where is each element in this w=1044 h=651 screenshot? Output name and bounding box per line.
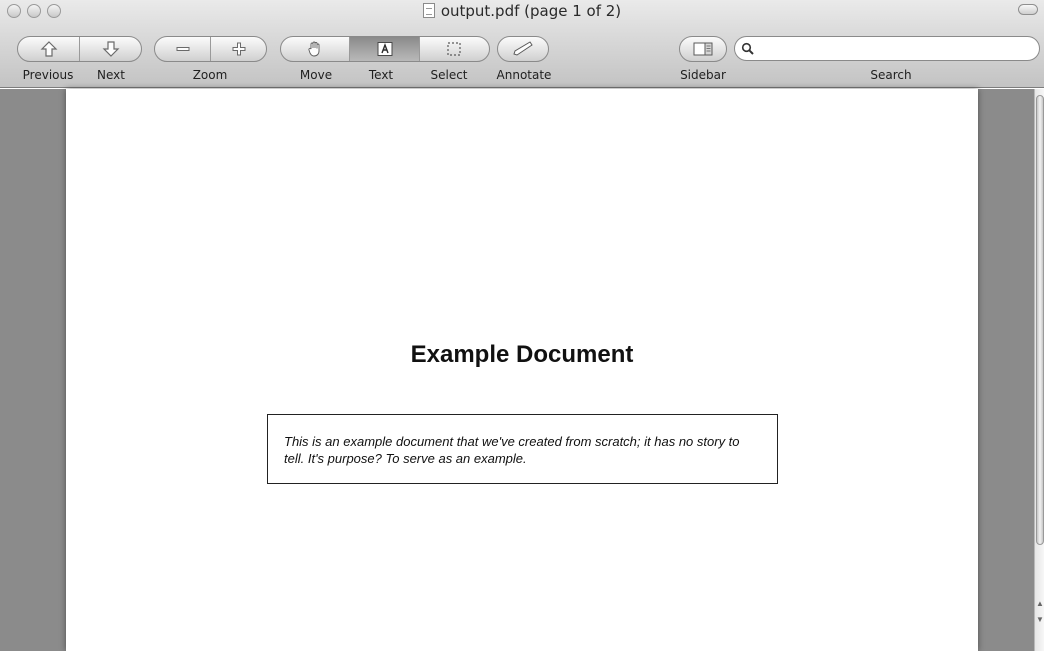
vertical-scrollbar[interactable]: ▲ ▼ [1034, 89, 1044, 651]
next-label: Next [97, 68, 125, 82]
sidebar-button[interactable] [680, 37, 726, 61]
sidebar-control [679, 36, 727, 62]
tool-mode-control [280, 36, 490, 62]
previous-label: Previous [22, 68, 74, 82]
zoom-label: Zoom [192, 68, 228, 82]
document-abstract-box: This is an example document that we've c… [267, 414, 778, 484]
scroll-down-arrow-icon[interactable]: ▼ [1036, 615, 1044, 625]
hand-icon [306, 40, 324, 58]
document-title: Example Document [410, 341, 634, 368]
pdf-document-icon [422, 3, 435, 18]
zoom-in-button[interactable] [210, 37, 266, 61]
previous-page-button[interactable] [18, 37, 79, 61]
magnifier-icon [741, 42, 755, 56]
move-label: Move [299, 68, 333, 82]
preview-window: output.pdf (page 1 of 2) Previous Next Z… [0, 0, 1044, 651]
search-input[interactable] [759, 38, 1039, 59]
text-label: Text [368, 68, 394, 82]
search-field[interactable] [734, 36, 1040, 61]
window-title: output.pdf (page 1 of 2) [0, 2, 1044, 20]
annotate-control [497, 36, 549, 62]
down-arrow-icon [102, 40, 120, 58]
select-tool-button[interactable] [418, 37, 489, 61]
document-abstract-text: This is an example document that we've c… [284, 434, 740, 466]
zoom-control [154, 36, 267, 62]
text-tool-button[interactable] [349, 37, 419, 61]
pdf-page[interactable]: Example Document This is an example docu… [66, 89, 978, 651]
annotate-label: Annotate [496, 68, 552, 82]
marquee-icon [445, 40, 463, 58]
next-page-button[interactable] [79, 37, 141, 61]
move-tool-button[interactable] [281, 37, 349, 61]
select-label: Select [430, 68, 468, 82]
sidebar-label: Sidebar [680, 68, 726, 82]
page-navigation-control [17, 36, 142, 62]
text-cursor-icon [376, 41, 394, 57]
sidebar-icon [692, 41, 714, 57]
scrollbar-thumb[interactable] [1036, 95, 1044, 545]
up-arrow-icon [40, 40, 58, 58]
scroll-up-arrow-icon[interactable]: ▲ [1036, 599, 1044, 609]
search-label: Search [870, 68, 912, 82]
pencil-icon [511, 40, 535, 58]
toolbar-toggle-button[interactable] [1018, 4, 1038, 15]
annotate-button[interactable] [498, 37, 548, 61]
window-title-text: output.pdf (page 1 of 2) [440, 2, 622, 20]
document-viewport: Example Document This is an example docu… [0, 89, 1044, 651]
minus-icon [174, 40, 192, 58]
plus-icon [230, 40, 248, 58]
zoom-out-button[interactable] [155, 37, 210, 61]
toolbar-area: output.pdf (page 1 of 2) Previous Next Z… [0, 0, 1044, 88]
